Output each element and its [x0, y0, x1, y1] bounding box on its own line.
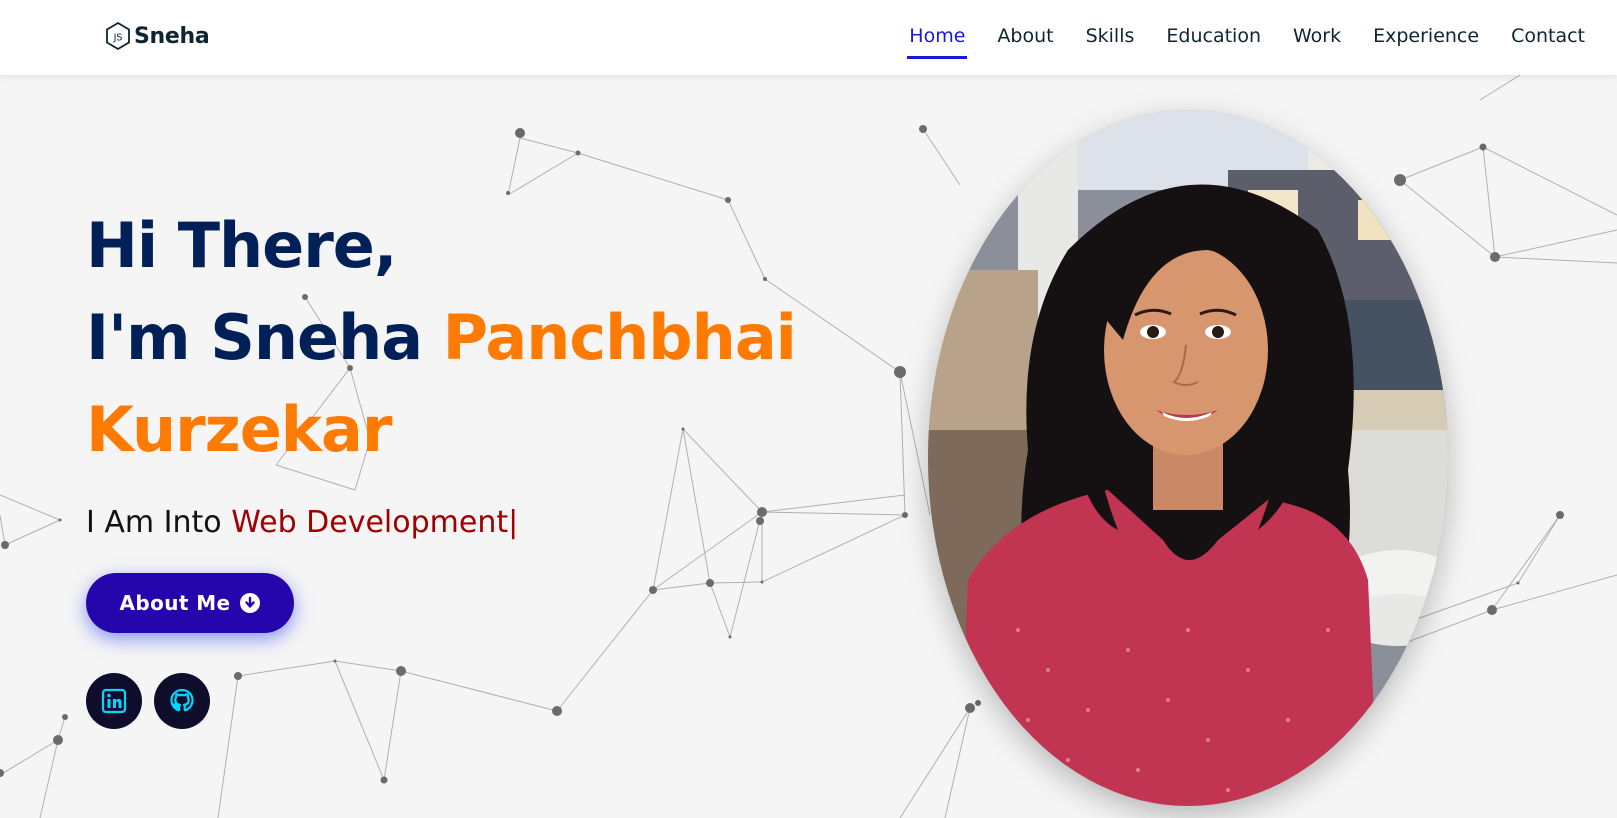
social-links	[86, 673, 210, 729]
arrow-down-circle-icon	[240, 593, 261, 613]
typing-caret: |	[508, 505, 519, 540]
nav-menu: Home About Skills Education Work Experie…	[907, 0, 1587, 72]
github-link[interactable]	[154, 673, 210, 729]
linkedin-link[interactable]	[86, 673, 142, 729]
svg-text:JS: JS	[113, 33, 123, 44]
brand-name: Sneha	[134, 23, 210, 49]
nav-link-education[interactable]: Education	[1164, 19, 1263, 53]
nav-link-contact[interactable]: Contact	[1509, 19, 1587, 53]
about-me-button[interactable]: About Me	[86, 573, 294, 633]
profile-photo	[928, 110, 1448, 806]
hero-intro-prefix: I'm Sneha	[86, 301, 423, 374]
hero-greeting: Hi There,	[86, 209, 397, 282]
nav-link-about[interactable]: About	[995, 19, 1055, 53]
nav-link-skills[interactable]: Skills	[1084, 19, 1137, 53]
hero-into-prefix: I Am Into	[86, 505, 222, 540]
hero-typed-text: Web Development	[231, 505, 509, 540]
nav-link-experience[interactable]: Experience	[1371, 19, 1481, 53]
js-hexagon-icon: JS	[106, 21, 130, 51]
hero-name-line: I'm Sneha Panchbhai	[86, 292, 797, 384]
brand-logo-link[interactable]: JS Sneha	[104, 19, 210, 53]
nav-link-work[interactable]: Work	[1291, 19, 1343, 53]
hero-name-accent-2: Kurzekar	[86, 393, 392, 466]
github-icon	[170, 688, 194, 712]
nav-link-home[interactable]: Home	[907, 19, 968, 59]
linkedin-icon	[101, 688, 127, 714]
navbar: JS Sneha Home About Skills Education Wor…	[0, 0, 1617, 75]
hero-typed-line: I Am Into Web Development|	[86, 505, 518, 540]
hero-name-accent-1: Panchbhai	[442, 301, 797, 374]
about-me-button-label: About Me	[119, 591, 231, 615]
hero-heading: Hi There, I'm Sneha Panchbhai Kurzekar	[86, 200, 797, 476]
